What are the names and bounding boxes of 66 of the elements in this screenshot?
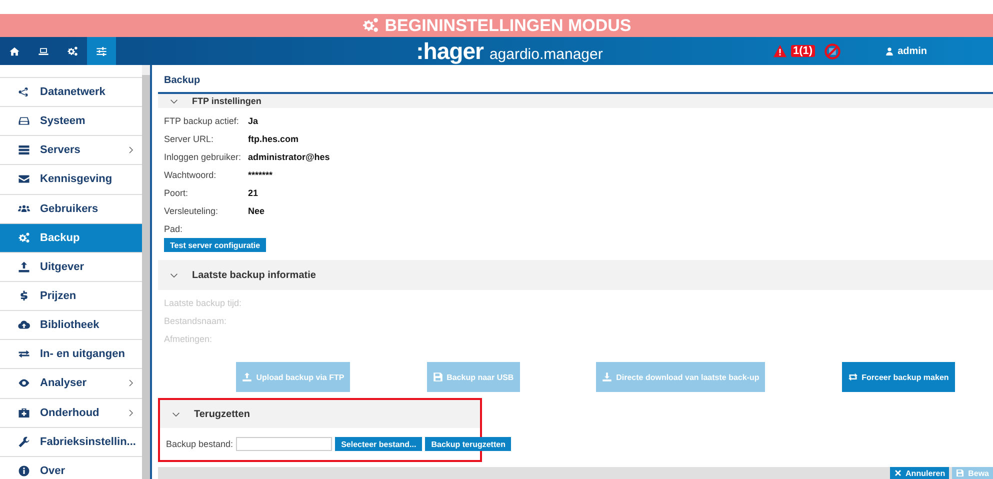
restore-button[interactable]: Selecteer bestand... — [335, 437, 422, 451]
sidebar-item[interactable]: Backup — [0, 222, 142, 252]
field-value: ftp.hes.com — [248, 134, 299, 144]
wrench-icon — [18, 436, 30, 448]
mode-title: BEGININSTELLINGEN MODUS — [384, 16, 632, 36]
field-label: Wachtwoord: — [164, 170, 218, 180]
footer-button[interactable]: Annuleren — [890, 467, 950, 479]
eye-icon — [18, 377, 30, 390]
field-label: Poort: — [164, 188, 190, 198]
drive-icon — [18, 115, 30, 128]
sliders-tab[interactable] — [87, 37, 116, 65]
section-header[interactable]: Laatste backup informatie — [158, 260, 993, 290]
field-label: Inloggen gebruiker: — [164, 152, 242, 162]
field-label: Backup bestand: — [166, 439, 234, 449]
field-label: FTP backup actief: — [164, 116, 240, 126]
laptop-icon — [38, 46, 49, 56]
download-icon — [602, 372, 612, 382]
dollar-icon — [18, 290, 30, 302]
brand-logo: :hager — [416, 38, 484, 64]
close-icon — [894, 469, 902, 477]
floppy-icon — [956, 469, 964, 477]
users-icon — [18, 202, 30, 215]
scrollbar[interactable] — [142, 65, 152, 479]
floppy-icon — [432, 372, 443, 382]
field-label: Laatste backup tijd: — [164, 298, 243, 308]
chevron-down-icon — [170, 98, 178, 104]
field-label: Versleuteling: — [164, 206, 220, 216]
field-value: ******* — [248, 170, 273, 180]
info-icon — [18, 464, 30, 477]
user-icon — [884, 46, 894, 56]
share-icon — [18, 86, 30, 98]
home-icon — [9, 46, 20, 56]
field-label: Pad: — [164, 224, 184, 234]
field-value: 21 — [248, 188, 258, 198]
server-icon — [18, 144, 30, 156]
chevron-down-icon — [170, 272, 178, 278]
file-input-field[interactable] — [236, 437, 332, 451]
upload-icon — [18, 260, 30, 273]
test-server-button[interactable]: Test server configuratie — [164, 238, 266, 252]
refresh-icon — [848, 372, 858, 382]
action-button[interactable]: Forceer backup maken — [842, 362, 955, 392]
sidebar-item[interactable]: Over — [0, 456, 142, 479]
field-label: Server URL: — [164, 134, 215, 144]
section-header[interactable]: Terugzetten — [160, 400, 480, 428]
user-menu[interactable]: admin — [878, 44, 934, 58]
medkit-icon — [18, 406, 30, 419]
sliders-icon — [96, 46, 107, 56]
field-value: Ja — [248, 116, 258, 126]
warning-icon[interactable] — [773, 44, 787, 58]
restore-button[interactable]: Backup terugzetten — [425, 437, 512, 451]
field-value: Nee — [248, 206, 265, 216]
envelope-icon — [18, 173, 30, 186]
field-label: Afmetingen: — [164, 334, 214, 344]
gears-icon — [362, 17, 379, 34]
field-label: Bestandsnaam: — [164, 316, 228, 326]
section-header[interactable]: FTP instellingen — [158, 94, 993, 108]
field-value: administrator@hes — [248, 152, 330, 162]
product-name: agardio.manager — [489, 46, 603, 62]
arrows-icon — [18, 348, 30, 360]
alert-count[interactable]: 1(1) — [791, 45, 815, 57]
gears-icon — [18, 232, 30, 244]
gears-icon — [67, 46, 78, 56]
cloud-icon — [18, 319, 30, 332]
chevron-down-icon — [172, 412, 180, 416]
upload-icon — [242, 372, 252, 382]
prohibited-icon[interactable] — [824, 42, 841, 60]
